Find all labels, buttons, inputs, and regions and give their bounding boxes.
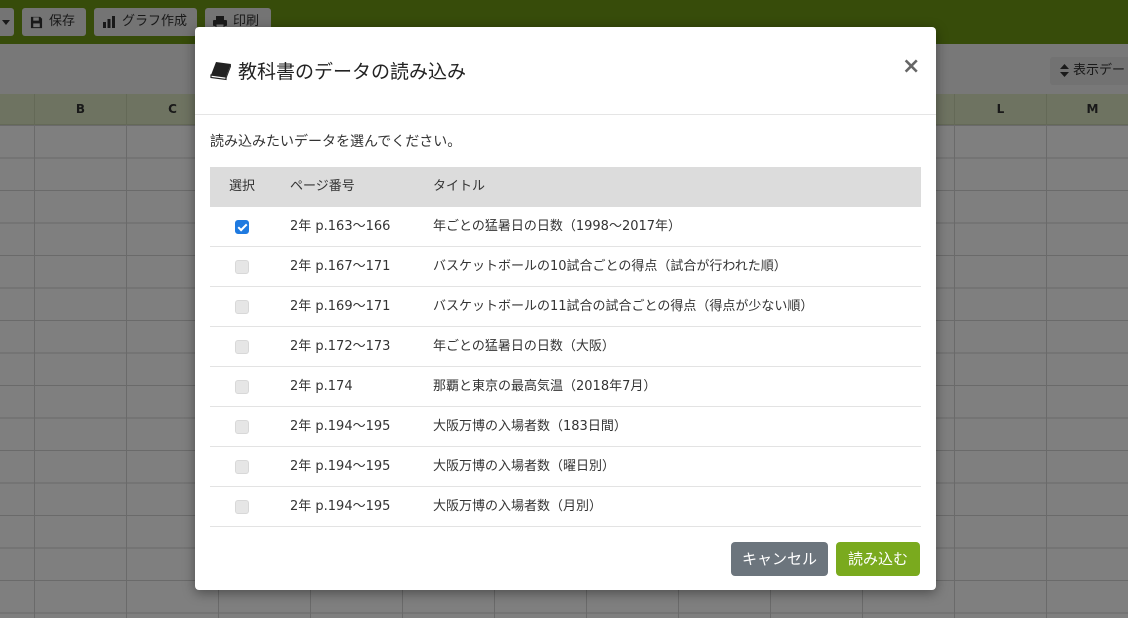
table-row[interactable]: 2年 p.194〜195 大阪万博の入場者数（月別） <box>210 487 921 527</box>
header-page: ページ番号 <box>290 179 355 194</box>
row-checkbox[interactable] <box>235 420 249 434</box>
row-page-number: 2年 p.174 <box>290 379 353 394</box>
row-checkbox[interactable] <box>235 340 249 354</box>
table-row[interactable]: 2年 p.163〜166 年ごとの猛暑日の日数（1998〜2017年） <box>210 207 921 247</box>
cancel-button[interactable]: キャンセル <box>731 542 828 576</box>
row-title: バスケットボールの10試合ごとの得点（試合が行われた順） <box>433 259 787 274</box>
book-icon <box>210 62 231 81</box>
row-title: 年ごとの猛暑日の日数（1998〜2017年） <box>433 219 682 234</box>
row-page-number: 2年 p.194〜195 <box>290 499 391 514</box>
row-checkbox[interactable] <box>235 380 249 394</box>
row-title: 年ごとの猛暑日の日数（大阪） <box>433 339 615 354</box>
table-header: 選択 ページ番号 タイトル <box>210 167 921 207</box>
table-row[interactable]: 2年 p.194〜195 大阪万博の入場者数（曜日別） <box>210 447 921 487</box>
table-row[interactable]: 2年 p.169〜171 バスケットボールの11試合の試合ごとの得点（得点が少ない… <box>210 287 921 327</box>
row-checkbox[interactable] <box>235 220 249 234</box>
row-page-number: 2年 p.169〜171 <box>290 299 391 314</box>
row-title: 那覇と東京の最高気温（2018年7月） <box>433 379 657 394</box>
modal-header: 教科書のデータの読み込み × <box>195 27 936 115</box>
modal-title: 教科書のデータの読み込み <box>210 57 466 84</box>
modal-title-text: 教科書のデータの読み込み <box>238 61 467 83</box>
data-selection-table: 選択 ページ番号 タイトル 2年 p.163〜166 年ごとの猛暑日の日数（199… <box>210 167 921 527</box>
row-title: 大阪万博の入場者数（月別） <box>433 499 603 514</box>
row-checkbox[interactable] <box>235 500 249 514</box>
row-checkbox[interactable] <box>235 260 249 274</box>
row-checkbox[interactable] <box>235 300 249 314</box>
row-page-number: 2年 p.172〜173 <box>290 339 391 354</box>
table-body: 2年 p.163〜166 年ごとの猛暑日の日数（1998〜2017年） 2年 p.1… <box>210 207 921 527</box>
instruction-text: 読み込みたいデータを選んでください。 <box>210 134 462 150</box>
table-row[interactable]: 2年 p.174 那覇と東京の最高気温（2018年7月） <box>210 367 921 407</box>
table-row[interactable]: 2年 p.194〜195 大阪万博の入場者数（183日間） <box>210 407 921 447</box>
row-page-number: 2年 p.194〜195 <box>290 419 391 434</box>
header-title: タイトル <box>433 179 486 194</box>
row-page-number: 2年 p.163〜166 <box>290 219 391 234</box>
header-select: 選択 <box>229 179 256 194</box>
load-button[interactable]: 読み込む <box>836 542 920 576</box>
table-row[interactable]: 2年 p.172〜173 年ごとの猛暑日の日数（大阪） <box>210 327 921 367</box>
row-title: 大阪万博の入場者数（183日間） <box>433 419 627 434</box>
close-icon[interactable]: × <box>902 56 920 78</box>
row-title: バスケットボールの11試合の試合ごとの得点（得点が少ない順） <box>433 299 814 314</box>
row-page-number: 2年 p.194〜195 <box>290 459 391 474</box>
row-page-number: 2年 p.167〜171 <box>290 259 391 274</box>
table-row[interactable]: 2年 p.167〜171 バスケットボールの10試合ごとの得点（試合が行われた順） <box>210 247 921 287</box>
load-textbook-data-dialog: 教科書のデータの読み込み × 読み込みたいデータを選んでください。 選択 ページ… <box>195 27 936 590</box>
row-checkbox[interactable] <box>235 460 249 474</box>
row-title: 大阪万博の入場者数（曜日別） <box>433 459 616 474</box>
